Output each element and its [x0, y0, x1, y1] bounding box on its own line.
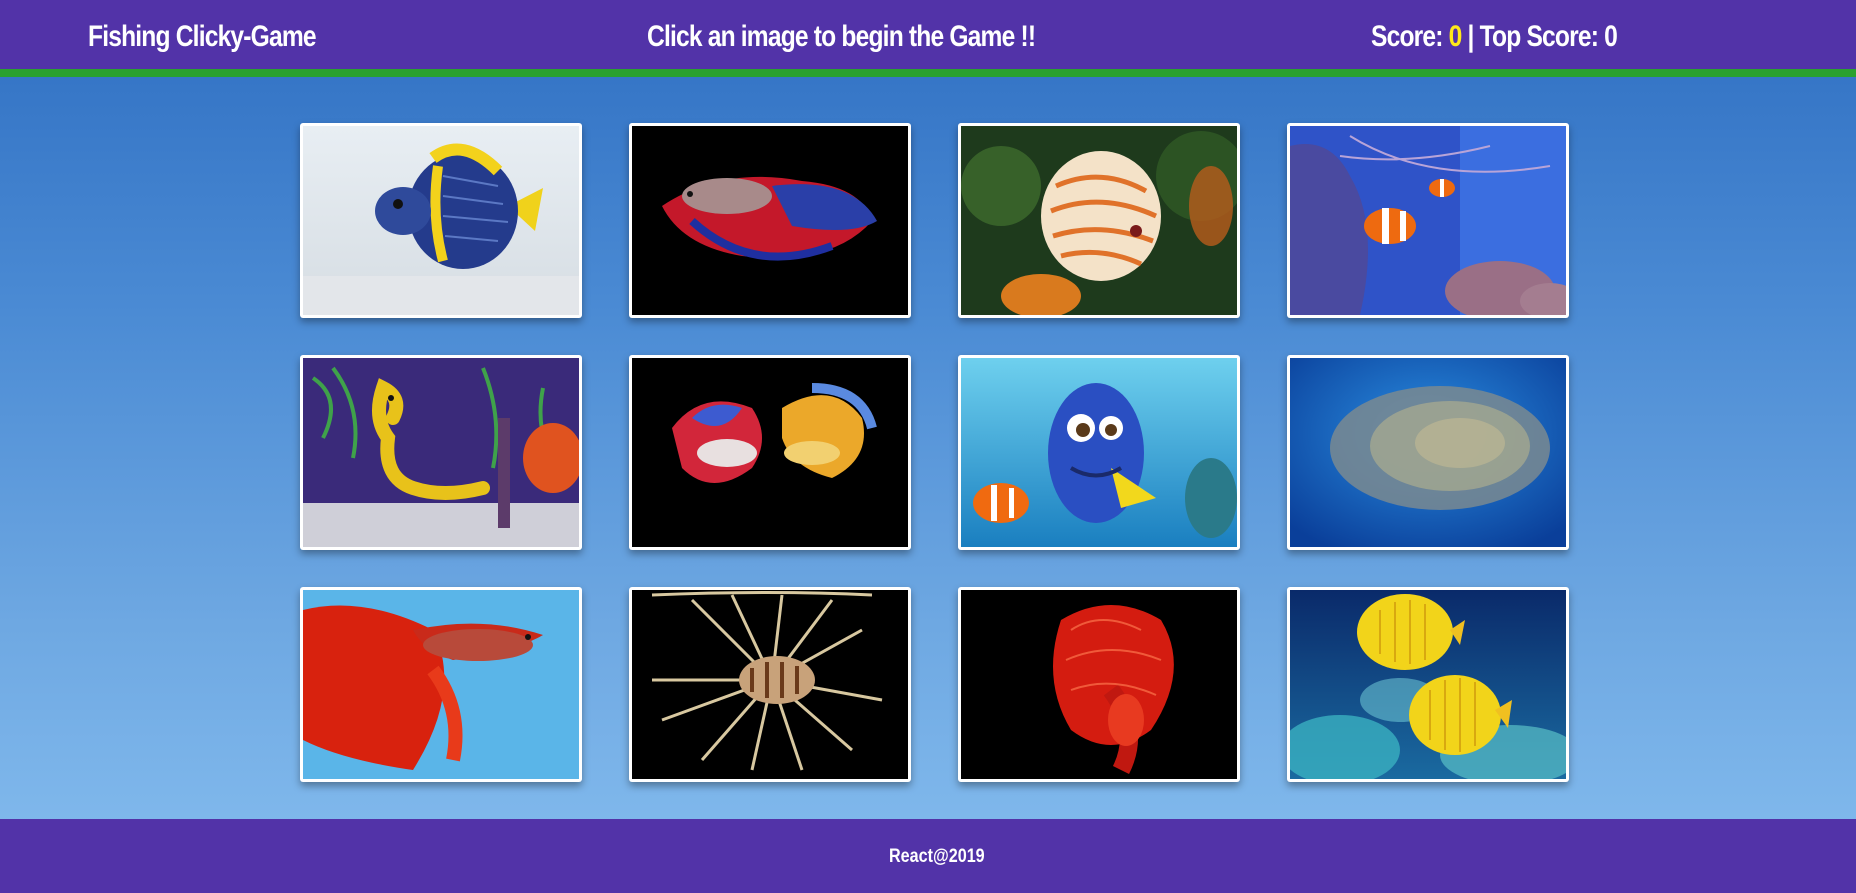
image-grid [300, 123, 1572, 782]
lionfish-card[interactable] [629, 587, 911, 782]
betta-red-image [303, 590, 579, 779]
discus-image [961, 126, 1237, 315]
navbar: Fishing Clicky-Game Click an image to be… [0, 0, 1856, 77]
discus-card[interactable] [958, 123, 1240, 318]
angelfish-image [303, 126, 579, 315]
betta-pair-card[interactable] [629, 355, 911, 550]
angelfish-card[interactable] [300, 123, 582, 318]
brand-title[interactable]: Fishing Clicky-Game [88, 20, 317, 54]
butterflyfish-card[interactable] [1287, 587, 1569, 782]
score-label: Score: [1371, 20, 1449, 53]
betta-red-blue-card[interactable] [629, 123, 911, 318]
lionfish-image [632, 590, 908, 779]
butterflyfish-image [1290, 590, 1566, 779]
dory-nemo-card[interactable] [958, 355, 1240, 550]
betta-crimson-image [961, 590, 1237, 779]
fish-school-card[interactable] [1287, 355, 1569, 550]
score-display: Score: 0 | Top Score: 0 [1371, 20, 1618, 54]
clownfish-card[interactable] [1287, 123, 1569, 318]
betta-pair-image [632, 358, 908, 547]
top-score-value: 0 [1604, 20, 1618, 53]
dory-nemo-image [961, 358, 1237, 547]
score-value: 0 [1448, 20, 1463, 53]
seahorse-card[interactable] [300, 355, 582, 550]
top-score-label: Top Score: [1479, 20, 1605, 53]
seahorse-image [303, 358, 579, 547]
footer: React@2019 [0, 819, 1856, 893]
betta-crimson-card[interactable] [958, 587, 1240, 782]
score-separator: | [1461, 20, 1480, 53]
betta-red-card[interactable] [300, 587, 582, 782]
game-message: Click an image to begin the Game !! [647, 20, 1036, 53]
clownfish-image [1290, 126, 1566, 315]
fish-school-image [1290, 358, 1566, 547]
betta-red-blue-image [632, 126, 908, 315]
footer-text: React@2019 [889, 846, 985, 867]
